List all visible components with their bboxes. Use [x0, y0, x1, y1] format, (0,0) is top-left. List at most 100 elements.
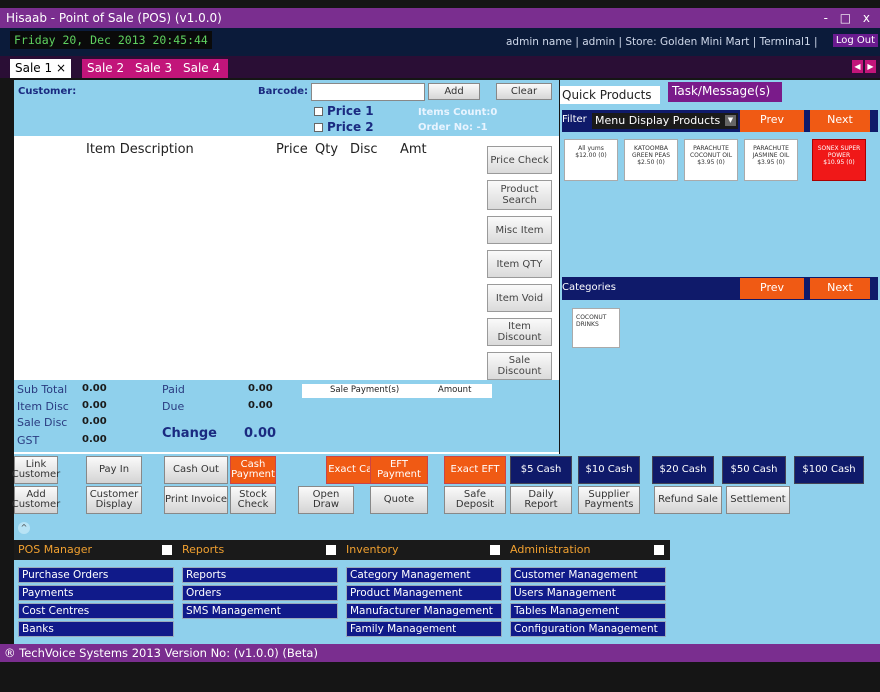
quote-button[interactable]: Quote: [370, 486, 428, 514]
customer-label: Customer:: [18, 86, 77, 97]
window-title: Hisaab - Point of Sale (POS) (v1.0.0): [6, 11, 222, 25]
change-value: 0.00: [244, 426, 277, 441]
cash-100-button[interactable]: $100 Cash: [794, 456, 864, 484]
tab-scroll-right-icon[interactable]: ▶: [865, 60, 876, 73]
item-discount-button[interactable]: Item Discount: [487, 318, 552, 346]
menu-item-payments[interactable]: Payments: [18, 585, 174, 601]
cash-50-button[interactable]: $50 Cash: [722, 456, 786, 484]
window-controls[interactable]: - □ x: [824, 11, 874, 25]
price1-check-box[interactable]: [314, 107, 323, 116]
safe-deposit-button[interactable]: Safe Deposit: [444, 486, 506, 514]
collapse-square-icon[interactable]: [490, 545, 500, 555]
stock-check-button[interactable]: Stock Check: [230, 486, 276, 514]
menu-item-manufacturer-management[interactable]: Manufacturer Management: [346, 603, 502, 619]
gst-value: 0.00: [82, 434, 107, 445]
menu-item-users-management[interactable]: Users Management: [510, 585, 666, 601]
price2-label: Price 2: [327, 120, 374, 134]
paid-value: 0.00: [248, 383, 273, 394]
add-button[interactable]: Add: [428, 83, 480, 100]
product-tile[interactable]: KATOOMBA GREEN PEAS $2.50 (0): [624, 139, 678, 181]
payment-actions: Link Customer Pay In Cash Out Cash Payme…: [12, 454, 880, 514]
menu-item-product-management[interactable]: Product Management: [346, 585, 502, 601]
menu-reports-header[interactable]: Reports: [178, 540, 342, 560]
menu-item-family-management[interactable]: Family Management: [346, 621, 502, 637]
tab-sale-2[interactable]: Sale 2: [82, 59, 129, 78]
menu-item-banks[interactable]: Banks: [18, 621, 174, 637]
product-tile[interactable]: SONEX SUPER POWER $10.95 (0): [812, 139, 866, 181]
collapse-square-icon[interactable]: [654, 545, 664, 555]
category-tile[interactable]: COCONUT DRINKS: [572, 308, 620, 348]
refund-sale-button[interactable]: Refund Sale: [654, 486, 722, 514]
menu-item-configuration-management[interactable]: Configuration Management: [510, 621, 666, 637]
chevron-up-icon[interactable]: ^: [18, 522, 30, 534]
pay-in-button[interactable]: Pay In: [86, 456, 142, 484]
col-amt: Amt: [400, 142, 427, 157]
tab-sale-3[interactable]: Sale 3: [130, 59, 177, 78]
collapse-square-icon[interactable]: [326, 545, 336, 555]
item-void-button[interactable]: Item Void: [487, 284, 552, 312]
tab-scroll-left-icon[interactable]: ◀: [852, 60, 863, 73]
cash-10-button[interactable]: $10 Cash: [578, 456, 640, 484]
categories-prev-button[interactable]: Prev: [740, 278, 804, 299]
price2-checkbox[interactable]: Price 2: [314, 120, 374, 134]
menu-item-reports[interactable]: Reports: [182, 567, 338, 583]
admin-menu-area: ^ POS Manager Reports Inventory Administ…: [14, 514, 880, 644]
totals-panel: Sub Total 0.00 Item Disc 0.00 Sale Disc …: [14, 380, 559, 452]
link-customer-button[interactable]: Link Customer: [12, 456, 60, 484]
customer-display-button[interactable]: Customer Display: [86, 486, 142, 514]
product-tile[interactable]: PARACHUTE COCONUT OIL $3.95 (0): [684, 139, 738, 181]
footer-text: ® TechVoice Systems 2013 Version No: (v1…: [4, 646, 318, 660]
open-draw-button[interactable]: Open Draw: [298, 486, 354, 514]
products-next-button[interactable]: Next: [810, 110, 870, 132]
sale-disc-value: 0.00: [82, 416, 107, 427]
tab-task-messages[interactable]: Task/Message(s): [668, 82, 782, 102]
item-qty-button[interactable]: Item QTY: [487, 250, 552, 278]
tab-sale-1[interactable]: Sale 1 ×: [10, 59, 72, 78]
customer-barcode-bar: Customer: Barcode: Add Clear Price 1 Pri…: [14, 80, 559, 136]
col-qty: Qty: [315, 142, 339, 157]
due-label: Due: [162, 400, 185, 413]
product-search-button[interactable]: Product Search: [487, 180, 552, 210]
tab-sale-4[interactable]: Sale 4: [178, 59, 225, 78]
cash-5-button[interactable]: $5 Cash: [510, 456, 572, 484]
menu-inventory-header[interactable]: Inventory: [342, 540, 506, 560]
chevron-down-icon[interactable]: ▼: [725, 115, 736, 126]
price2-check-box[interactable]: [314, 123, 323, 132]
price-check-button[interactable]: Price Check: [487, 146, 552, 174]
menu-item-tables-management[interactable]: Tables Management: [510, 603, 666, 619]
filter-select[interactable]: Menu Display Products ▼: [592, 113, 738, 129]
menu-item-purchase-orders[interactable]: Purchase Orders: [18, 567, 174, 583]
menu-item-orders[interactable]: Orders: [182, 585, 338, 601]
daily-report-button[interactable]: Daily Report: [510, 486, 572, 514]
cash-out-button[interactable]: Cash Out: [164, 456, 228, 484]
print-invoice-button[interactable]: Print Invoice: [164, 486, 228, 514]
add-customer-button[interactable]: Add Customer: [12, 486, 60, 514]
supplier-payments-button[interactable]: Supplier Payments: [578, 486, 640, 514]
logout-button[interactable]: Log Out: [832, 34, 878, 47]
cash-payment-button[interactable]: Cash Payment: [230, 456, 276, 484]
settlement-button[interactable]: Settlement: [726, 486, 790, 514]
sale-payments-header: Sale Payment(s) Amount: [302, 384, 492, 398]
misc-item-button[interactable]: Misc Item: [487, 216, 552, 244]
categories-next-button[interactable]: Next: [810, 278, 870, 299]
barcode-input[interactable]: [311, 83, 425, 101]
products-prev-button[interactable]: Prev: [740, 110, 804, 132]
product-tile[interactable]: All yums $12.00 (0): [564, 139, 618, 181]
sale-discount-button[interactable]: Sale Discount: [487, 352, 552, 380]
price1-checkbox[interactable]: Price 1: [314, 104, 374, 118]
cash-20-button[interactable]: $20 Cash: [652, 456, 714, 484]
menu-administration-header[interactable]: Administration: [506, 540, 670, 560]
sub-total-label: Sub Total: [17, 383, 68, 396]
menu-item-cost-centres[interactable]: Cost Centres: [18, 603, 174, 619]
item-grid-header: Item Description Price Qty Disc Amt: [14, 138, 484, 158]
menu-item-category-management[interactable]: Category Management: [346, 567, 502, 583]
menu-item-customer-management[interactable]: Customer Management: [510, 567, 666, 583]
tab-quick-products[interactable]: Quick Products: [560, 86, 660, 104]
menu-pos-manager-header[interactable]: POS Manager: [14, 540, 178, 560]
clear-button[interactable]: Clear: [496, 83, 552, 100]
menu-item-sms-management[interactable]: SMS Management: [182, 603, 338, 619]
product-tile[interactable]: PARACHUTE JASMINE OIL $3.95 (0): [744, 139, 798, 181]
collapse-square-icon[interactable]: [162, 545, 172, 555]
exact-eft-button[interactable]: Exact EFT: [444, 456, 506, 484]
eft-payment-button[interactable]: EFT Payment: [370, 456, 428, 484]
